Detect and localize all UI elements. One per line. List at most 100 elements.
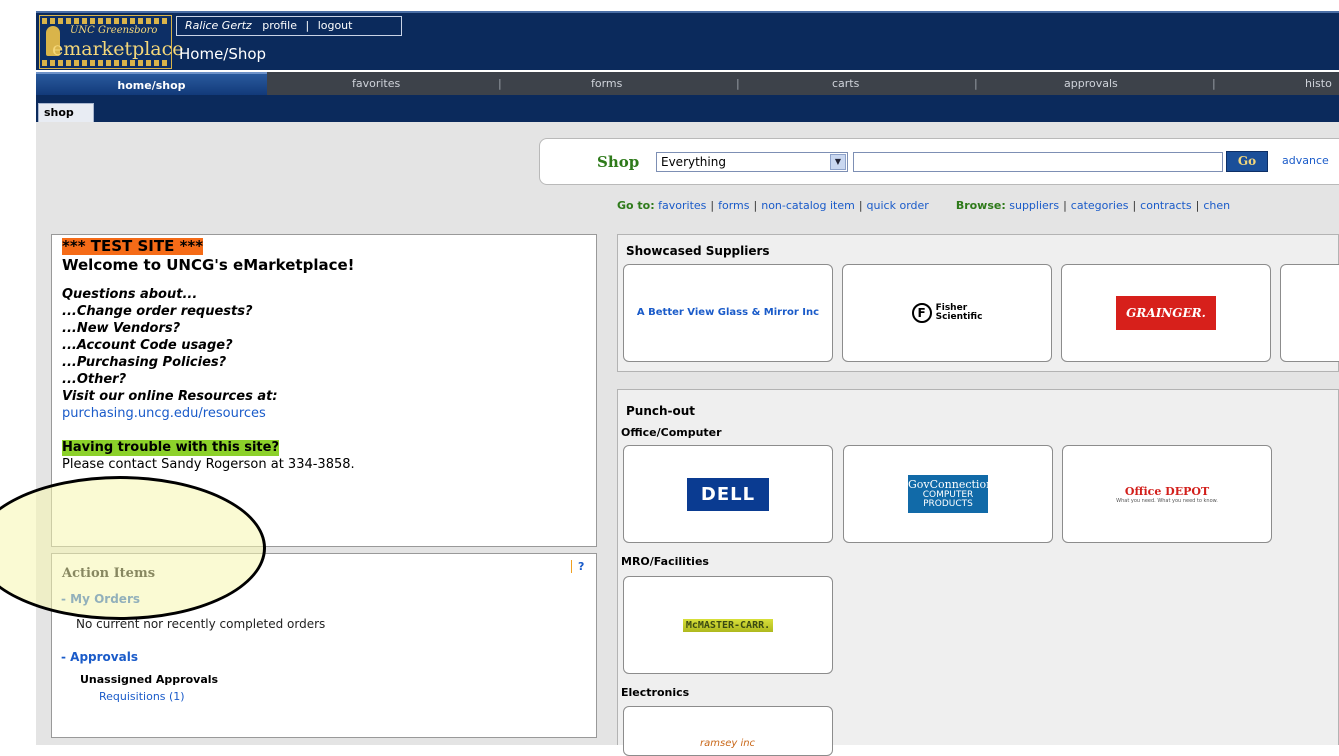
tab-favorites[interactable]: favorites bbox=[352, 72, 400, 95]
supplier-card-grainger[interactable]: GRAINGER. bbox=[1061, 264, 1271, 362]
punchout-panel: Punch-out Office/Computer DELL GovConnec… bbox=[617, 389, 1339, 756]
welcome-title: Welcome to UNCG's eMarketplace! bbox=[62, 256, 355, 274]
approvals-link[interactable]: - Approvals bbox=[61, 650, 138, 664]
shop-label: Shop bbox=[597, 153, 640, 171]
punchout-title: Punch-out bbox=[626, 404, 696, 418]
goto-separator: | bbox=[710, 199, 715, 212]
shop-search-bar: Shop Everything ▼ Go advance bbox=[539, 138, 1339, 185]
advanced-search-link[interactable]: advance bbox=[1282, 154, 1329, 167]
questions-list: Questions about... ...Change order reque… bbox=[62, 286, 586, 405]
office-depot-logo: Office DEPOT What you need. What you nee… bbox=[1116, 485, 1218, 504]
fisher-line2: Scientific bbox=[935, 312, 983, 322]
logo-greek-border-bottom bbox=[42, 60, 169, 66]
tab-divider: | bbox=[974, 77, 978, 90]
punchout-group-office: Office/Computer bbox=[621, 426, 722, 439]
questions-line: ...Change order requests? bbox=[62, 304, 253, 319]
supplier-name-better-view: A Better View Glass & Mirror Inc bbox=[636, 307, 820, 318]
browse-label: Browse: bbox=[955, 199, 1006, 212]
sub-tab-bar: shop bbox=[36, 95, 1339, 122]
logo-greek-border-top bbox=[42, 18, 169, 24]
punchout-card-ramsey[interactable]: ramsey inc bbox=[623, 706, 833, 756]
showcased-suppliers-panel: Showcased Suppliers A Better View Glass … bbox=[617, 234, 1339, 372]
browse-separator: | bbox=[1132, 199, 1137, 212]
profile-link[interactable]: profile bbox=[262, 19, 297, 32]
browse-chemicals-link[interactable]: chen bbox=[1203, 199, 1230, 212]
grainger-logo: GRAINGER. bbox=[1116, 296, 1216, 330]
questions-line: Questions about... bbox=[62, 287, 198, 302]
contact-text: Please contact Sandy Rogerson at 334-385… bbox=[62, 457, 355, 472]
action-items-panel: Action Items ? - My Orders No current no… bbox=[51, 553, 597, 738]
punchout-group-mro: MRO/Facilities bbox=[621, 555, 709, 568]
goto-quick-order-link[interactable]: quick order bbox=[867, 199, 929, 212]
goto-browse-row: Go to: favorites | forms | non-catalog item |… bbox=[617, 199, 1230, 212]
fisher-mark-icon: F bbox=[911, 303, 932, 323]
unassigned-approvals-label: Unassigned Approvals bbox=[80, 673, 219, 686]
goto-non-catalog-link[interactable]: non-catalog item bbox=[761, 199, 855, 212]
user-box: Ralice Gertz profile | logout bbox=[176, 16, 402, 36]
supplier-card-partial[interactable] bbox=[1280, 264, 1339, 362]
shop-scope-value: Everything bbox=[661, 155, 726, 169]
tab-divider: | bbox=[498, 77, 502, 90]
goto-separator: | bbox=[753, 199, 758, 212]
tab-forms[interactable]: forms bbox=[591, 72, 622, 95]
supplier-card-fisher[interactable]: F Fisher Scientific bbox=[842, 264, 1052, 362]
help-icon[interactable]: ? bbox=[571, 560, 584, 573]
main-tab-bar: home/shop favorites | forms | carts | ap… bbox=[36, 72, 1339, 95]
logo-brand-text: marketplace bbox=[63, 38, 184, 60]
tab-approvals[interactable]: approvals bbox=[1064, 72, 1118, 95]
orders-empty-text: No current nor recently completed orders bbox=[76, 617, 326, 631]
browse-contracts-link[interactable]: contracts bbox=[1140, 199, 1191, 212]
tab-carts[interactable]: carts bbox=[832, 72, 859, 95]
browse-separator: | bbox=[1063, 199, 1067, 212]
my-orders-link[interactable]: - My Orders bbox=[61, 592, 140, 606]
punchout-card-govconnection[interactable]: GovConnection COMPUTER PRODUCTS bbox=[843, 445, 1053, 543]
user-separator: | bbox=[305, 19, 310, 32]
browse-suppliers-link[interactable]: suppliers bbox=[1009, 199, 1059, 212]
dell-logo: DELL bbox=[686, 477, 770, 511]
browse-separator: | bbox=[1195, 199, 1200, 212]
questions-line: ...Purchasing Policies? bbox=[62, 355, 227, 370]
app-header: UNC Greensboro emarketplace Ralice Gertz… bbox=[36, 11, 1339, 70]
goto-forms-link[interactable]: forms bbox=[718, 199, 749, 212]
punchout-card-office-depot[interactable]: Office DEPOT What you need. What you nee… bbox=[1062, 445, 1272, 543]
logo-org-name: UNC Greensboro bbox=[70, 25, 158, 36]
logout-link[interactable]: logout bbox=[318, 19, 353, 32]
office-depot-tagline: What you need. What you need to know. bbox=[1116, 497, 1218, 504]
mcmaster-carr-logo: McMASTER-CARR. bbox=[682, 618, 774, 632]
tab-home-shop[interactable]: home/shop bbox=[36, 72, 267, 95]
trouble-banner: Having trouble with this site? bbox=[62, 440, 280, 456]
office-depot-name: Office DEPOT bbox=[1124, 484, 1210, 498]
supplier-card-better-view[interactable]: A Better View Glass & Mirror Inc bbox=[623, 264, 833, 362]
questions-line: Visit our online Resources at: bbox=[62, 389, 278, 404]
subtab-shop[interactable]: shop bbox=[38, 103, 94, 122]
action-items-title: Action Items bbox=[62, 566, 156, 581]
requisitions-link[interactable]: Requisitions (1) bbox=[99, 690, 185, 703]
shop-search-input[interactable] bbox=[853, 152, 1223, 172]
showcased-suppliers-title: Showcased Suppliers bbox=[626, 244, 770, 258]
uncg-emarketplace-logo[interactable]: UNC Greensboro emarketplace bbox=[39, 15, 184, 69]
goto-label: Go to: bbox=[617, 199, 655, 212]
questions-line: ...Other? bbox=[62, 372, 127, 387]
goto-separator: | bbox=[858, 199, 863, 212]
goto-favorites-link[interactable]: favorites bbox=[658, 199, 706, 212]
resources-link[interactable]: purchasing.uncg.edu/resources bbox=[62, 406, 266, 421]
browse-categories-link[interactable]: categories bbox=[1071, 199, 1129, 212]
tab-history[interactable]: histo bbox=[1305, 72, 1332, 95]
go-button[interactable]: Go bbox=[1226, 151, 1268, 172]
questions-line: ...New Vendors? bbox=[62, 321, 181, 336]
punchout-card-dell[interactable]: DELL bbox=[623, 445, 833, 543]
dropdown-arrow-icon[interactable]: ▼ bbox=[830, 154, 846, 170]
tab-divider: | bbox=[1212, 77, 1216, 90]
questions-line: ...Account Code usage? bbox=[62, 338, 233, 353]
logo-brand-initial: e bbox=[52, 38, 64, 60]
page-title: Home/Shop bbox=[179, 45, 267, 63]
govconnection-logo: GovConnection COMPUTER PRODUCTS bbox=[908, 475, 993, 513]
test-site-banner: *** TEST SITE *** bbox=[62, 237, 204, 255]
ramsey-logo: ramsey inc bbox=[700, 738, 756, 749]
govconnection-sub2: PRODUCTS bbox=[923, 499, 973, 509]
shop-scope-select[interactable]: Everything ▼ bbox=[656, 152, 848, 172]
punchout-card-mcmaster[interactable]: McMASTER-CARR. bbox=[623, 576, 833, 674]
main-content: Shop Everything ▼ Go advance Go to: favo… bbox=[36, 122, 1339, 756]
fisher-scientific-logo: F Fisher Scientific bbox=[911, 303, 983, 323]
punchout-group-electronics: Electronics bbox=[621, 686, 690, 699]
